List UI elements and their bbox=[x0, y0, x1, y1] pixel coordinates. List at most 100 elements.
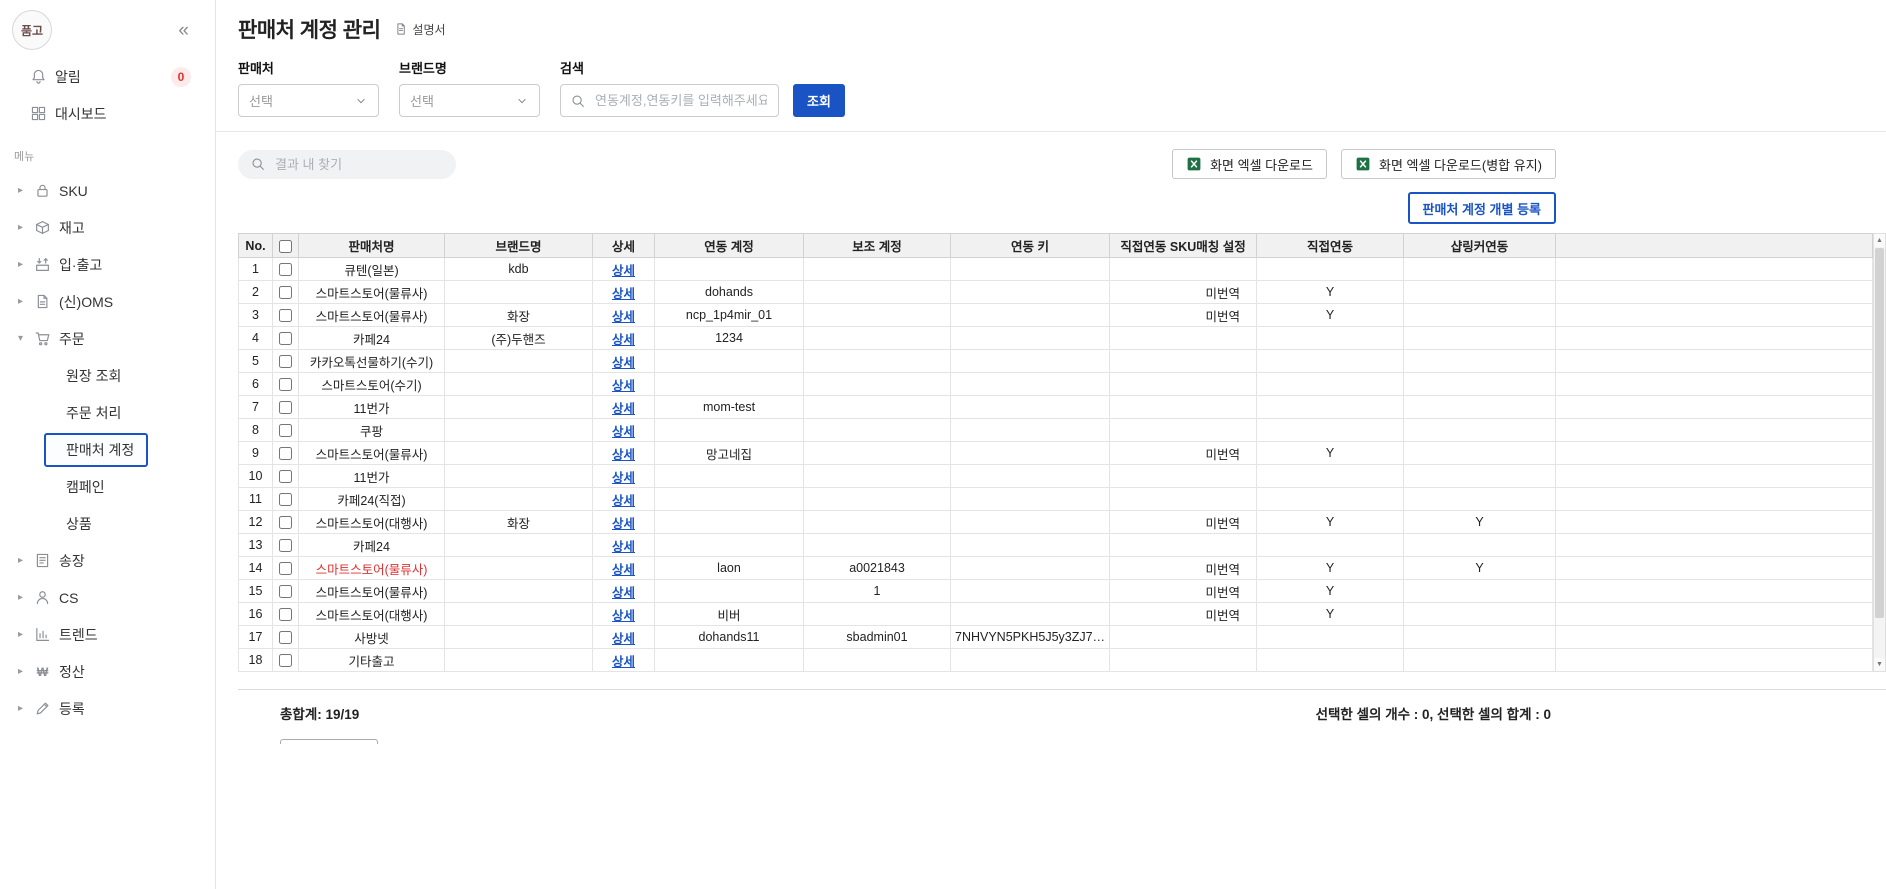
cell-brand[interactable] bbox=[444, 648, 593, 672]
cell-key[interactable] bbox=[949, 487, 1111, 511]
cell-select[interactable] bbox=[272, 464, 299, 488]
cell-sub-account[interactable] bbox=[803, 510, 951, 534]
cell-direct[interactable]: Y bbox=[1256, 556, 1405, 580]
cell-direct[interactable]: Y bbox=[1256, 303, 1405, 327]
cell-shoplinker[interactable]: Y bbox=[1403, 556, 1557, 580]
cell-direct[interactable]: Y bbox=[1256, 579, 1405, 603]
detail-link[interactable]: 상세 bbox=[612, 609, 635, 623]
cell-direct[interactable]: Y bbox=[1256, 510, 1405, 534]
cell-shoplinker[interactable] bbox=[1403, 648, 1557, 672]
cell-account[interactable]: laon bbox=[654, 556, 804, 580]
cell-select[interactable] bbox=[272, 395, 299, 419]
cell-sub-account[interactable] bbox=[803, 395, 951, 419]
cell-key[interactable] bbox=[949, 579, 1111, 603]
cell-sku-match[interactable] bbox=[1109, 648, 1258, 672]
scrollbar-track[interactable] bbox=[1874, 247, 1885, 658]
search-input[interactable] bbox=[593, 92, 769, 109]
cell-sub-account[interactable] bbox=[803, 372, 951, 396]
sidebar-item-dashboard[interactable]: 대시보드 bbox=[0, 95, 215, 132]
row-checkbox[interactable] bbox=[279, 332, 292, 346]
cell-sub-account[interactable] bbox=[803, 257, 951, 281]
detail-link[interactable]: 상세 bbox=[612, 425, 635, 439]
cell-seller[interactable]: 스마트스토어(물류사) bbox=[298, 556, 445, 580]
cell-sku-match[interactable]: 미번역 bbox=[1109, 602, 1258, 626]
cell-no[interactable]: 3 bbox=[238, 303, 273, 327]
cell-shoplinker[interactable] bbox=[1403, 487, 1557, 511]
cell-seller[interactable]: 스마트스토어(수기) bbox=[298, 372, 445, 396]
cell-shoplinker[interactable] bbox=[1403, 280, 1557, 304]
cell-key[interactable]: 7NHVYN5PKH5J5y3ZJ7… bbox=[949, 625, 1111, 649]
cell-sub-account[interactable] bbox=[803, 464, 951, 488]
cell-seller[interactable]: 스마트스토어(물류사) bbox=[298, 303, 445, 327]
cell-key[interactable] bbox=[949, 257, 1111, 281]
cell-key[interactable] bbox=[949, 602, 1111, 626]
detail-link[interactable]: 상세 bbox=[612, 356, 635, 370]
cell-no[interactable]: 18 bbox=[238, 648, 273, 672]
column-direct[interactable]: 직접연동 bbox=[1256, 233, 1405, 258]
cell-no[interactable]: 9 bbox=[238, 441, 273, 465]
sidebar-item-oms[interactable]: ▸ (신)OMS bbox=[0, 283, 215, 320]
cell-select[interactable] bbox=[272, 487, 299, 511]
cell-direct[interactable] bbox=[1256, 464, 1405, 488]
cell-shoplinker[interactable] bbox=[1403, 326, 1557, 350]
cell-select[interactable] bbox=[272, 257, 299, 281]
cell-no[interactable]: 16 bbox=[238, 602, 273, 626]
cell-sku-match[interactable] bbox=[1109, 464, 1258, 488]
cell-no[interactable]: 14 bbox=[238, 556, 273, 580]
column-account[interactable]: 연동 계정 bbox=[654, 233, 804, 258]
detail-link[interactable]: 상세 bbox=[612, 379, 635, 393]
cell-seller[interactable]: 카페24 bbox=[298, 326, 445, 350]
cell-select[interactable] bbox=[272, 303, 299, 327]
cell-account[interactable] bbox=[654, 349, 804, 373]
cell-sub-account[interactable] bbox=[803, 303, 951, 327]
cell-account[interactable] bbox=[654, 533, 804, 557]
row-checkbox[interactable] bbox=[279, 470, 292, 484]
cell-brand[interactable] bbox=[444, 487, 593, 511]
cell-select[interactable] bbox=[272, 556, 299, 580]
column-brand[interactable]: 브랜드명 bbox=[444, 233, 593, 258]
cell-shoplinker[interactable] bbox=[1403, 533, 1557, 557]
cell-sub-account[interactable]: sbadmin01 bbox=[803, 625, 951, 649]
cell-brand[interactable] bbox=[444, 464, 593, 488]
cell-seller[interactable]: 카페24 bbox=[298, 533, 445, 557]
cell-account[interactable] bbox=[654, 487, 804, 511]
column-sku-match[interactable]: 직접연동 SKU매칭 설정 bbox=[1109, 233, 1258, 258]
cell-sku-match[interactable] bbox=[1109, 326, 1258, 350]
sidebar-item-invoice[interactable]: ▸ 송장 bbox=[0, 542, 215, 579]
cell-no[interactable]: 10 bbox=[238, 464, 273, 488]
column-shoplinker[interactable]: 샵링커연동 bbox=[1403, 233, 1557, 258]
row-checkbox[interactable] bbox=[279, 585, 292, 599]
cell-sub-account[interactable] bbox=[803, 648, 951, 672]
cell-account[interactable] bbox=[654, 372, 804, 396]
seller-select[interactable]: 선택 bbox=[238, 84, 379, 117]
detail-link[interactable]: 상세 bbox=[612, 655, 635, 669]
cell-key[interactable] bbox=[949, 533, 1111, 557]
cell-key[interactable] bbox=[949, 326, 1111, 350]
cell-key[interactable] bbox=[949, 418, 1111, 442]
sidebar-item-inout[interactable]: ▸ 입·출고 bbox=[0, 246, 215, 283]
table-scrollbar[interactable]: ▲ ▼ bbox=[1873, 233, 1886, 672]
cell-brand[interactable] bbox=[444, 441, 593, 465]
sidebar-item-inventory[interactable]: ▸ 재고 bbox=[0, 209, 215, 246]
cell-account[interactable]: mom-test bbox=[654, 395, 804, 419]
cell-seller[interactable]: 스마트스토어(물류사) bbox=[298, 579, 445, 603]
cell-seller[interactable]: 11번가 bbox=[298, 395, 445, 419]
cell-no[interactable]: 15 bbox=[238, 579, 273, 603]
cell-key[interactable] bbox=[949, 395, 1111, 419]
cell-seller[interactable]: 큐텐(일본) bbox=[298, 257, 445, 281]
cell-no[interactable]: 11 bbox=[238, 487, 273, 511]
sidebar-item-cs[interactable]: ▸ CS bbox=[0, 579, 215, 616]
cell-account[interactable]: 1234 bbox=[654, 326, 804, 350]
cell-select[interactable] bbox=[272, 602, 299, 626]
cell-sku-match[interactable]: 미번역 bbox=[1109, 280, 1258, 304]
cell-brand[interactable]: 화장 bbox=[444, 303, 593, 327]
cell-key[interactable] bbox=[949, 441, 1111, 465]
detail-link[interactable]: 상세 bbox=[612, 471, 635, 485]
cell-shoplinker[interactable] bbox=[1403, 579, 1557, 603]
cell-shoplinker[interactable] bbox=[1403, 349, 1557, 373]
cell-shoplinker[interactable]: Y bbox=[1403, 510, 1557, 534]
sidebar-subitem[interactable]: 상품 bbox=[0, 505, 215, 542]
cell-brand[interactable] bbox=[444, 625, 593, 649]
cell-account[interactable] bbox=[654, 464, 804, 488]
cell-select[interactable] bbox=[272, 326, 299, 350]
